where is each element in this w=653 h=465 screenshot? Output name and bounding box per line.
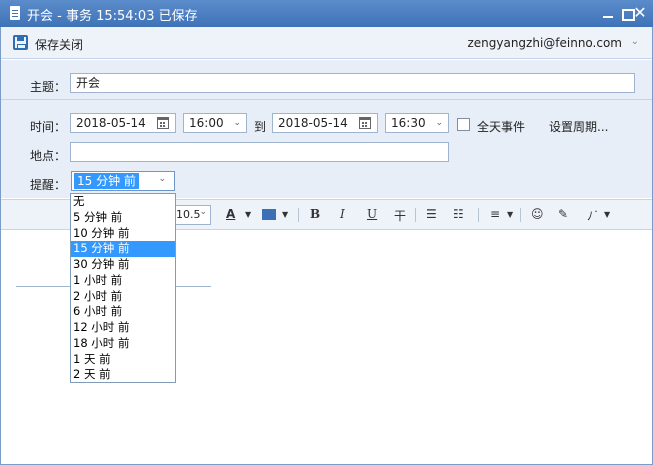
reminder-value: 15 分钟 前 — [74, 173, 139, 189]
chevron-down-icon[interactable]: ▼ — [507, 210, 513, 219]
separator — [520, 208, 521, 222]
minimize-button[interactable] — [598, 3, 618, 23]
numbered-list-icon[interactable]: ☷ — [453, 207, 464, 221]
location-input[interactable] — [70, 142, 449, 162]
end-time-value: 16:30 — [391, 116, 426, 130]
reminder-option[interactable]: 1 天 前 — [71, 352, 175, 368]
to-label: 到 — [254, 120, 267, 134]
document-icon — [10, 6, 20, 20]
calendar-icon[interactable] — [359, 117, 371, 129]
calendar-icon[interactable] — [157, 117, 169, 129]
underline-button[interactable]: U — [367, 207, 377, 221]
start-date-value: 2018-05-14 — [76, 116, 146, 130]
separator — [478, 208, 479, 222]
bold-button[interactable]: B — [310, 207, 320, 221]
save-close-button[interactable]: 保存关闭 — [35, 36, 83, 53]
divider — [1, 99, 652, 100]
reminder-option[interactable]: 12 小时 前 — [71, 320, 175, 336]
reminder-option[interactable]: 18 小时 前 — [71, 336, 175, 352]
font-size-select[interactable]: 10.5 ⌄ — [171, 205, 211, 225]
reminder-option[interactable]: 2 小时 前 — [71, 289, 175, 305]
font-size-value: 10.5 — [176, 208, 201, 221]
reminder-option[interactable]: 2 天 前 — [71, 367, 175, 383]
reminder-option[interactable]: 10 分钟 前 — [71, 226, 175, 242]
reminder-option[interactable]: 6 小时 前 — [71, 304, 175, 320]
location-label: 地点： — [30, 149, 67, 163]
reminder-option[interactable]: 5 分钟 前 — [71, 210, 175, 226]
reminder-option[interactable]: 1 小时 前 — [71, 273, 175, 289]
magic-wand-icon[interactable]: ﾉ˙ — [587, 207, 599, 224]
chevron-down-icon[interactable]: ▼ — [282, 210, 288, 219]
time-label: 时间： — [30, 120, 67, 134]
align-icon[interactable]: ≡ — [490, 207, 500, 221]
close-button[interactable]: ✕ — [630, 3, 650, 23]
subject-input[interactable]: 开会 — [70, 73, 635, 93]
chevron-down-icon: ⌄ — [435, 118, 443, 128]
start-time-select[interactable]: 16:00 ⌄ — [183, 113, 247, 133]
chevron-down-icon[interactable]: ▼ — [604, 210, 610, 219]
strikethrough-button[interactable]: 干 — [394, 207, 406, 224]
title-bar: 开会 - 事务 15:54:03 已保存 ✕ — [0, 0, 653, 27]
reminder-dropdown-list[interactable]: 无 5 分钟 前 10 分钟 前 15 分钟 前 30 分钟 前 1 小时 前 … — [70, 193, 176, 383]
all-day-label[interactable]: 全天事件 — [477, 118, 525, 135]
reminder-option[interactable]: 15 分钟 前 — [71, 241, 175, 257]
subject-label: 主题： — [30, 80, 67, 94]
main-toolbar: 保存关闭 zengyangzhi@feinno.com ⌄ — [1, 27, 652, 59]
set-recurrence-link[interactable]: 设置周期... — [549, 118, 608, 135]
chevron-down-icon: ⌄ — [199, 207, 207, 217]
account-selector[interactable]: zengyangzhi@feinno.com — [467, 36, 622, 50]
save-icon[interactable] — [13, 35, 28, 50]
chevron-down-icon: ⌄ — [233, 118, 241, 128]
chevron-down-icon[interactable]: ▼ — [245, 210, 251, 219]
separator — [298, 208, 299, 222]
font-color-button[interactable]: A — [226, 207, 235, 221]
end-date-value: 2018-05-14 — [278, 116, 348, 130]
bullet-list-icon[interactable]: ☰ — [426, 207, 437, 221]
chevron-down-icon: ⌄ — [158, 174, 166, 184]
pen-icon[interactable]: ✎ — [558, 207, 568, 221]
separator — [415, 208, 416, 222]
end-date-field[interactable]: 2018-05-14 — [272, 113, 378, 133]
end-time-select[interactable]: 16:30 ⌄ — [385, 113, 449, 133]
reminder-option[interactable]: 30 分钟 前 — [71, 257, 175, 273]
reminder-option[interactable]: 无 — [71, 194, 175, 210]
emoji-icon[interactable]: ☺ — [531, 207, 544, 221]
all-day-checkbox[interactable] — [457, 118, 470, 131]
start-time-value: 16:00 — [189, 116, 224, 130]
start-date-field[interactable]: 2018-05-14 — [70, 113, 176, 133]
reminder-label: 提醒： — [30, 178, 67, 192]
chevron-down-icon[interactable]: ⌄ — [631, 36, 639, 47]
italic-button[interactable]: I — [340, 207, 345, 221]
reminder-select[interactable]: 15 分钟 前 ⌄ — [71, 171, 175, 191]
window-title: 开会 - 事务 15:54:03 已保存 — [27, 9, 198, 24]
highlight-icon[interactable] — [262, 209, 276, 220]
